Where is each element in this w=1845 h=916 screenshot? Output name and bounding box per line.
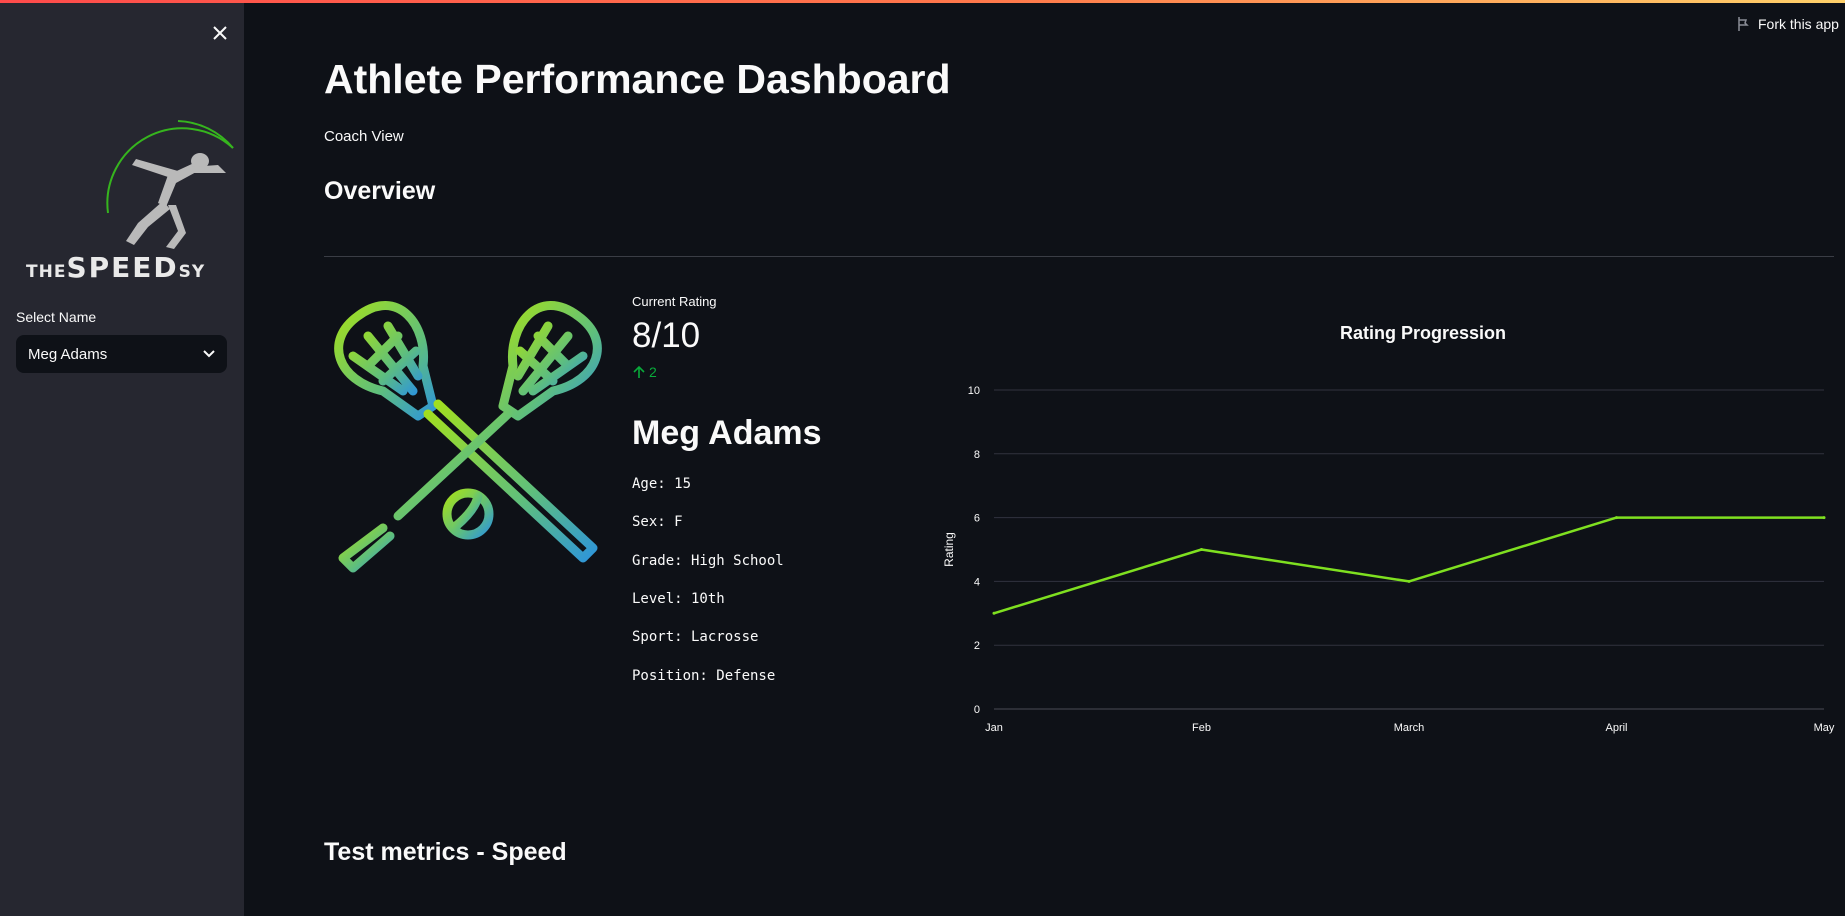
chevron-down-icon — [203, 350, 215, 358]
athlete-grade: Grade: High School — [632, 553, 784, 569]
y-tick-label: 6 — [974, 513, 980, 525]
athlete-name: Meg Adams — [632, 414, 822, 452]
chart-svg: Rating Progression 0 2 4 6 8 10 Jan Feb March Apri… — [942, 323, 1835, 734]
y-axis-label: Rating — [942, 532, 956, 567]
fork-app-button[interactable]: Fork this app — [1736, 16, 1839, 32]
fork-app-label: Fork this app — [1758, 16, 1839, 32]
y-tick-label: 8 — [974, 449, 980, 461]
data-point — [1615, 516, 1618, 520]
athlete-level: Level: 10th — [632, 591, 725, 607]
rating-progression-chart: Rating Progression 0 2 4 6 8 10 Jan Feb March Apri… — [930, 310, 1845, 750]
x-tick-label: May — [1814, 722, 1835, 734]
select-name-dropdown[interactable]: Meg Adams — [16, 335, 227, 373]
data-point — [992, 611, 996, 615]
rating-delta: 2 — [633, 364, 657, 380]
y-tick-label: 4 — [974, 576, 980, 588]
page-title: Athlete Performance Dashboard — [324, 56, 951, 102]
select-name-value: Meg Adams — [28, 345, 108, 363]
current-rating-value: 8/10 — [632, 316, 701, 355]
section-divider — [324, 256, 1834, 257]
data-point — [1822, 516, 1826, 520]
close-sidebar-button[interactable] — [206, 19, 234, 47]
fork-icon — [1738, 17, 1749, 31]
overview-heading: Overview — [324, 177, 436, 205]
close-icon — [213, 26, 227, 40]
y-tick-label: 0 — [974, 704, 980, 716]
speed-metrics-heading: Test metrics - Speed — [324, 838, 567, 866]
rating-delta-value: 2 — [649, 364, 657, 380]
x-tick-label: March — [1394, 722, 1425, 734]
athlete-position: Position: Defense — [632, 668, 776, 684]
y-tick-label: 10 — [968, 385, 980, 397]
page-subtitle: Coach View — [324, 128, 404, 145]
lacrosse-sticks-icon — [328, 296, 608, 576]
series-line — [993, 516, 1824, 615]
x-tick-label: April — [1605, 722, 1627, 734]
top-accent-bar — [0, 0, 1845, 3]
athlete-sex: Sex: F — [632, 514, 683, 530]
speed-logo: THESPEEDSY — [18, 113, 244, 288]
sprinter-logo-graphic — [106, 120, 234, 249]
logo-wordmark: THESPEEDSY — [26, 251, 206, 284]
current-rating-label: Current Rating — [632, 294, 717, 309]
athlete-sport: Sport: Lacrosse — [632, 629, 759, 645]
x-tick-label: Jan — [985, 722, 1003, 734]
data-point — [1200, 548, 1203, 551]
arrow-up-icon — [633, 365, 645, 378]
x-tick-label: Feb — [1192, 722, 1211, 734]
athlete-age: Age: 15 — [632, 476, 692, 492]
select-name-label: Select Name — [16, 309, 97, 325]
data-point — [1407, 579, 1411, 583]
sidebar: THESPEEDSY Select Name Meg Adams — [0, 3, 244, 916]
y-tick-label: 2 — [974, 640, 980, 652]
chart-title: Rating Progression — [1340, 323, 1506, 343]
